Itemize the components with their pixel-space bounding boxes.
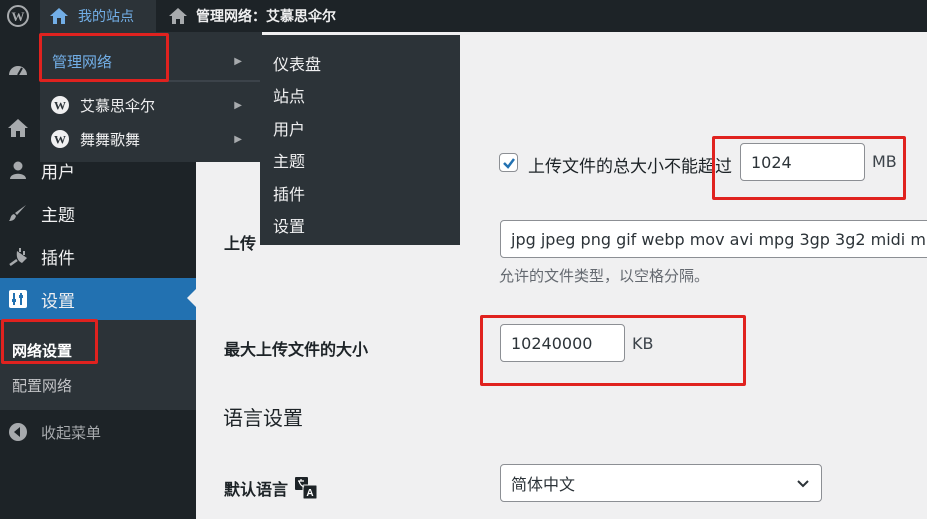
svg-text:W: W: [54, 99, 66, 113]
submenu-config-network[interactable]: 配置网络: [12, 375, 72, 396]
chevron-down-icon: [797, 480, 809, 488]
annotation-box-upload-limit: [712, 136, 906, 200]
default-language-select[interactable]: 简体中文: [500, 464, 822, 502]
collapse-menu-button[interactable]: 收起菜单: [0, 412, 196, 452]
sidebar-item-settings[interactable]: 设置: [0, 278, 196, 320]
site-name-label: 管理网络：艾慕思伞尔: [196, 9, 336, 25]
site-label: 舞舞歌舞: [80, 130, 141, 149]
menu-item-site[interactable]: W 艾慕思伞尔 ▶: [40, 88, 262, 122]
network-menu-sites[interactable]: 站点: [273, 83, 305, 107]
annotation-box-network-admin: [39, 33, 169, 82]
menu-item-site[interactable]: W 舞舞歌舞 ▶: [40, 122, 262, 156]
submenu-arrow-icon: ▶: [234, 99, 242, 111]
svg-text:W: W: [12, 9, 25, 24]
network-menu-users[interactable]: 用户: [273, 116, 305, 140]
wordpress-logo-icon: W: [7, 5, 29, 27]
sidebar-item-plugins[interactable]: 插件: [0, 236, 196, 276]
network-icon: [50, 8, 68, 24]
annotation-box-max-size: [480, 315, 746, 386]
checkmark-icon: [502, 157, 515, 169]
annotation-box-network-settings: [1, 319, 98, 364]
network-menu-plugins[interactable]: 插件: [273, 181, 305, 205]
sidebar-item-label: 设置: [41, 291, 75, 312]
admin-bar: W 我的站点 管理网络：艾慕思伞尔: [0, 0, 927, 32]
wordpress-logo-button[interactable]: W: [0, 0, 36, 32]
language-settings-heading: 语言设置: [223, 406, 303, 430]
site-label: 艾慕思伞尔: [80, 96, 156, 115]
upload-limit-checkbox[interactable]: [499, 153, 518, 172]
translation-icon: A: [295, 477, 318, 500]
default-language-text: 默认语言: [224, 480, 289, 499]
default-language-label: 默认语言 A: [224, 476, 318, 500]
my-sites-label: 我的站点: [78, 9, 134, 25]
user-icon: [7, 159, 29, 181]
my-sites-menu[interactable]: 我的站点: [40, 0, 156, 32]
submenu-arrow-icon: ▶: [234, 55, 242, 67]
sidebar-item-label: 插件: [41, 248, 75, 269]
collapse-icon: [7, 421, 29, 443]
svg-text:W: W: [54, 133, 66, 147]
site-name-menu[interactable]: 管理网络：艾慕思伞尔: [166, 0, 336, 32]
plugin-icon: [7, 245, 29, 267]
filetypes-input[interactable]: jpg jpeg png gif webp mov avi mpg 3gp 3g…: [500, 220, 927, 258]
max-upload-size-label: 最大上传文件的大小: [224, 340, 369, 359]
svg-text:A: A: [306, 488, 313, 499]
collapse-label: 收起菜单: [41, 423, 102, 442]
upload-limit-label: 上传文件的总大小不能超过: [528, 157, 732, 177]
network-menu-dashboard[interactable]: 仪表盘: [273, 51, 321, 75]
wordpress-logo-icon: W: [51, 130, 69, 148]
sidebar-item-themes[interactable]: 主题: [0, 193, 196, 233]
submenu-arrow-icon: ▶: [234, 133, 242, 145]
dashboard-icon: [7, 59, 29, 81]
filetypes-label: 上传: [224, 234, 257, 253]
sidebar-item-label: 主题: [41, 205, 75, 226]
selected-language: 简体中文: [511, 475, 576, 494]
network-menu-themes[interactable]: 主题: [273, 148, 305, 172]
brush-icon: [7, 202, 29, 224]
current-menu-arrow: [187, 289, 196, 307]
network-menu-settings[interactable]: 设置: [273, 213, 305, 237]
wordpress-logo-icon: W: [51, 96, 69, 114]
home-icon: [169, 8, 187, 24]
settings-icon: [7, 288, 29, 310]
filetypes-description: 允许的文件类型，以空格分隔。: [499, 267, 710, 285]
network-icon: [7, 117, 29, 139]
network-admin-submenu: 仪表盘 站点 用户 主题 插件 设置: [260, 35, 460, 245]
